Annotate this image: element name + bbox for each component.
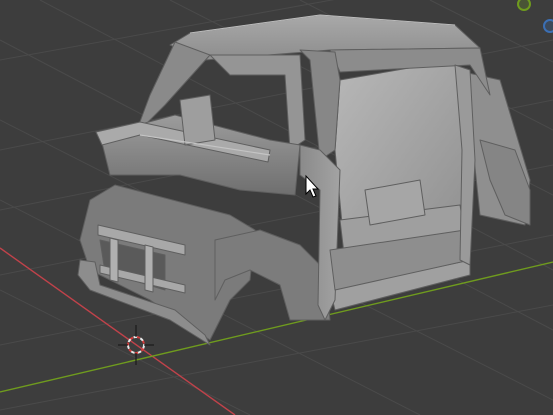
car-body-model[interactable]	[77, 14, 531, 346]
3d-viewport[interactable]	[0, 0, 553, 415]
viewport-canvas[interactable]	[0, 0, 553, 415]
gizmo-z-axis-icon[interactable]	[543, 19, 553, 33]
